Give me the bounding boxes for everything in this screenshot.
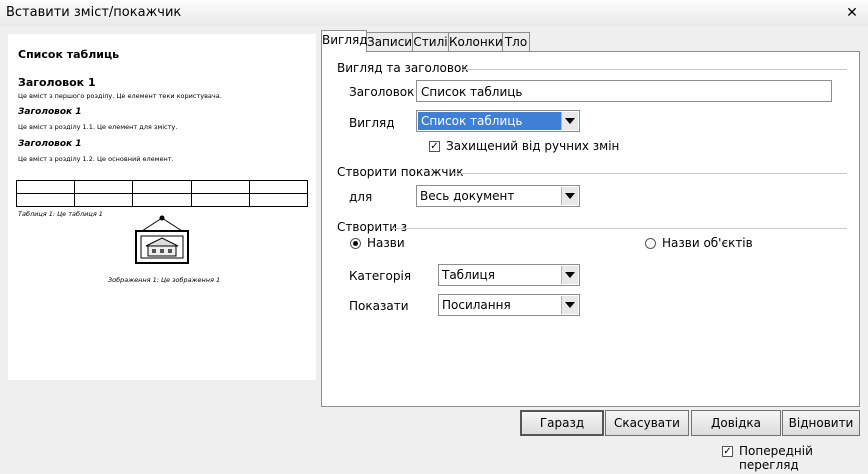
tab-appearance[interactable]: Вигляд (321, 30, 368, 52)
protected-label: Захищений від ручних змін (446, 139, 620, 153)
section-divider (452, 173, 847, 174)
tab-columns[interactable]: Колонки (448, 32, 503, 52)
preview-text-1-2: Це вміст з розділу 1.2. Це основний елем… (18, 155, 174, 163)
window-title: Вставити зміст/покажчик (6, 5, 182, 20)
dialog-body: Список таблиць Заголовок 1 Це вміст з пе… (0, 26, 868, 474)
title-label: Заголовок (349, 85, 415, 99)
preview-toggle-label: Попередній перегляд (739, 444, 813, 472)
for-select[interactable]: Весь документ (416, 185, 580, 207)
display-label: Показати (349, 299, 409, 313)
preview-table-caption: Таблиця 1: Це таблиця 1 (18, 210, 103, 218)
preview-heading-1-1: Заголовок 1 (18, 107, 82, 117)
chevron-down-icon[interactable] (561, 112, 578, 130)
preview-text-1-1: Це вміст з розділу 1.1. Це елемент для з… (18, 123, 178, 131)
type-select-value: Список таблиць (418, 112, 561, 130)
preview-heading-1-2: Заголовок 1 (18, 139, 82, 149)
display-select[interactable]: Посилання (438, 294, 580, 316)
chevron-down-icon[interactable] (561, 187, 578, 205)
create-from-section-label: Створити з (337, 220, 408, 234)
type-label: Вигляд (349, 116, 395, 130)
picture-frame-icon (135, 215, 189, 264)
section-divider (392, 228, 847, 229)
appearance-panel: Вигляд та заголовок Заголовок Список таб… (321, 51, 860, 407)
create-index-section-label: Створити покажчик (337, 165, 464, 179)
appearance-section-label: Вигляд та заголовок (337, 61, 469, 75)
preview-title: Список таблиць (18, 48, 120, 61)
section-divider (462, 69, 847, 70)
captions-label: Назви (367, 236, 405, 250)
tab-background[interactable]: Тло (502, 32, 530, 52)
chevron-down-icon[interactable] (561, 266, 578, 284)
cancel-button[interactable]: Скасувати (605, 410, 689, 436)
close-button[interactable]: ✕ (844, 5, 860, 21)
help-button[interactable]: Довідка (691, 410, 781, 436)
title-input[interactable]: Список таблиць (416, 80, 832, 102)
protected-checkbox[interactable]: ✓ (429, 141, 440, 152)
type-select[interactable]: Список таблиць (416, 110, 580, 132)
object-names-radio[interactable] (645, 238, 656, 249)
preview-text-1: Це вміст з першого розділу. Це елемент т… (18, 92, 222, 100)
display-select-value: Посилання (442, 298, 511, 312)
tab-entries[interactable]: Записи (366, 32, 413, 52)
chevron-down-icon[interactable] (561, 296, 578, 314)
category-select[interactable]: Таблиця (438, 264, 580, 286)
category-label: Категорія (349, 269, 412, 283)
preview-checkbox[interactable]: ✓ (722, 446, 733, 457)
for-label: для (349, 190, 373, 204)
tab-styles[interactable]: Стилі (412, 32, 449, 52)
category-select-value: Таблиця (442, 268, 495, 282)
for-select-value: Весь документ (420, 189, 515, 203)
preview-heading-1: Заголовок 1 (18, 76, 96, 89)
reset-button[interactable]: Відновити (782, 410, 860, 436)
preview-pane: Список таблиць Заголовок 1 Це вміст з пе… (8, 34, 316, 380)
preview-table (15, 180, 309, 207)
preview-image-caption: Зображення 1: Це зображення 1 (108, 276, 221, 284)
captions-radio[interactable] (350, 238, 361, 249)
ok-button[interactable]: Гаразд (520, 410, 604, 436)
title-bar: Вставити зміст/покажчик ✕ (0, 0, 868, 27)
object-names-label: Назви об'єктів (662, 236, 753, 250)
